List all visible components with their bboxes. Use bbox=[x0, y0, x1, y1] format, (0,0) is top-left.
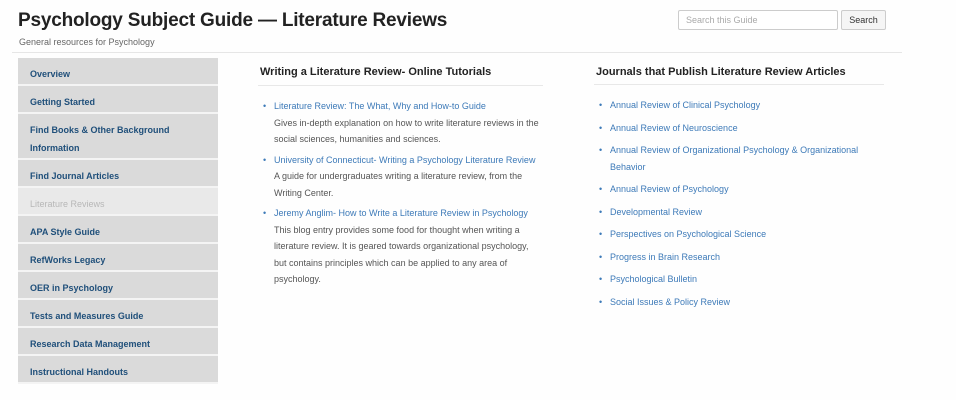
journal-link[interactable]: Psychological Bulletin bbox=[610, 274, 697, 284]
search-button[interactable]: Search bbox=[841, 10, 886, 30]
sidebar-nav: Overview Getting Started Find Books & Ot… bbox=[18, 58, 218, 384]
journals-section: Journals that Publish Literature Review … bbox=[594, 62, 884, 316]
bullet-icon: • bbox=[599, 122, 603, 133]
list-item: • University of Connecticut- Writing a P… bbox=[258, 152, 543, 202]
list-item: • Annual Review of Psychology bbox=[594, 181, 884, 198]
sidebar-item-find-books[interactable]: Find Books & Other Background Informatio… bbox=[18, 114, 218, 160]
page-header: Psychology Subject Guide — Literature Re… bbox=[12, 8, 902, 53]
bullet-icon: • bbox=[599, 206, 603, 217]
journal-link[interactable]: Developmental Review bbox=[610, 207, 702, 217]
tutorial-description: This blog entry provides some food for t… bbox=[274, 224, 529, 285]
tutorial-link[interactable]: Literature Review: The What, Why and How… bbox=[274, 101, 486, 111]
guide-page: Psychology Subject Guide — Literature Re… bbox=[0, 0, 956, 400]
tutorial-description: Gives in-depth explanation on how to wri… bbox=[274, 117, 539, 145]
page-title: Psychology Subject Guide — Literature Re… bbox=[18, 10, 448, 31]
page-subtitle: General resources for Psychology bbox=[19, 37, 155, 47]
bullet-icon: • bbox=[599, 296, 603, 307]
journal-link[interactable]: Progress in Brain Research bbox=[610, 252, 720, 262]
sidebar-item-refworks-legacy[interactable]: RefWorks Legacy bbox=[18, 244, 218, 272]
sidebar-item-instructional-handouts[interactable]: Instructional Handouts bbox=[18, 356, 218, 384]
journal-link[interactable]: Social Issues & Policy Review bbox=[610, 297, 730, 307]
sidebar-item-research-data-management[interactable]: Research Data Management bbox=[18, 328, 218, 356]
list-item: • Literature Review: The What, Why and H… bbox=[258, 98, 543, 148]
tutorial-link[interactable]: Jeremy Anglim- How to Write a Literature… bbox=[274, 208, 528, 218]
list-item: • Annual Review of Organizational Psychol… bbox=[594, 142, 884, 175]
journal-link[interactable]: Annual Review of Clinical Psychology bbox=[610, 100, 760, 110]
list-item: • Social Issues & Policy Review bbox=[594, 294, 884, 311]
bullet-icon: • bbox=[599, 251, 603, 262]
journals-heading: Journals that Publish Literature Review … bbox=[594, 62, 884, 85]
sidebar-item-apa-style-guide[interactable]: APA Style Guide bbox=[18, 216, 218, 244]
list-item: • Jeremy Anglim- How to Write a Literatu… bbox=[258, 205, 543, 288]
tutorials-section: Writing a Literature Review- Online Tuto… bbox=[258, 62, 543, 292]
list-item: • Annual Review of Neuroscience bbox=[594, 120, 884, 137]
journal-link[interactable]: Perspectives on Psychological Science bbox=[610, 229, 766, 239]
bullet-icon: • bbox=[599, 145, 603, 155]
bullet-icon: • bbox=[599, 274, 603, 284]
list-item: • Perspectives on Psychological Science bbox=[594, 226, 884, 243]
sidebar-item-oer-in-psychology[interactable]: OER in Psychology bbox=[18, 272, 218, 300]
bullet-icon: • bbox=[263, 208, 267, 218]
list-item: • Annual Review of Clinical Psychology bbox=[594, 97, 884, 114]
journal-link[interactable]: Annual Review of Organizational Psycholo… bbox=[610, 145, 858, 172]
list-item: • Psychological Bulletin bbox=[594, 271, 884, 288]
search-input[interactable] bbox=[678, 10, 838, 30]
sidebar-item-literature-reviews[interactable]: Literature Reviews bbox=[18, 188, 218, 216]
tutorial-link[interactable]: University of Connecticut- Writing a Psy… bbox=[274, 155, 535, 165]
sidebar-item-find-journal-articles[interactable]: Find Journal Articles bbox=[18, 160, 218, 188]
tutorials-heading: Writing a Literature Review- Online Tuto… bbox=[258, 62, 543, 86]
journal-link[interactable]: Annual Review of Psychology bbox=[610, 184, 729, 194]
journals-list: • Annual Review of Clinical Psychology • A… bbox=[594, 97, 884, 310]
bullet-icon: • bbox=[599, 184, 603, 194]
sidebar-item-tests-and-measures[interactable]: Tests and Measures Guide bbox=[18, 300, 218, 328]
list-item: • Developmental Review bbox=[594, 204, 884, 221]
journal-link[interactable]: Annual Review of Neuroscience bbox=[610, 123, 738, 133]
bullet-icon: • bbox=[599, 100, 603, 110]
list-item: • Progress in Brain Research bbox=[594, 249, 884, 266]
tutorial-description: A guide for undergraduates writing a lit… bbox=[274, 171, 523, 198]
sidebar-item-getting-started[interactable]: Getting Started bbox=[18, 86, 218, 114]
sidebar-item-overview[interactable]: Overview bbox=[18, 58, 218, 86]
bullet-icon: • bbox=[599, 229, 603, 239]
bullet-icon: • bbox=[263, 101, 267, 111]
bullet-icon: • bbox=[263, 154, 267, 165]
tutorials-list: • Literature Review: The What, Why and H… bbox=[258, 98, 543, 288]
